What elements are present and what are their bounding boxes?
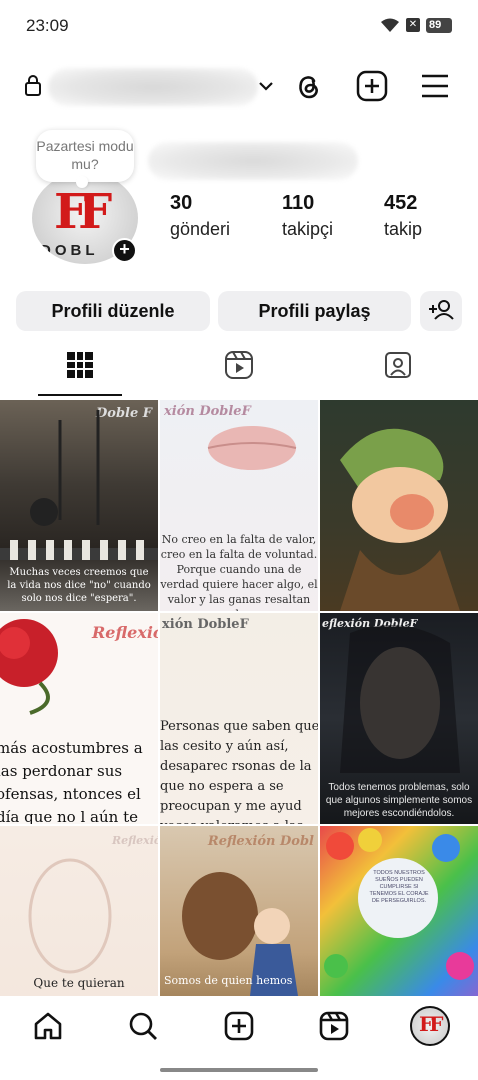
add-story-icon[interactable]: + xyxy=(112,238,137,263)
grid-icon xyxy=(67,352,93,378)
post-thumbnail[interactable]: xión DobleF Personas que saben que las c… xyxy=(160,613,318,824)
bottom-nav: FF xyxy=(0,996,478,1060)
note-bubble[interactable]: Pazartesi modu mu? xyxy=(36,130,134,188)
post-grid: Doble F Muchas veces creemos que la vida… xyxy=(0,400,478,1037)
create-post-icon[interactable] xyxy=(356,70,388,102)
clock: 23:09 xyxy=(26,16,69,35)
stat-value: 110 xyxy=(282,192,315,214)
active-tab-indicator xyxy=(38,394,122,396)
tagged-icon xyxy=(385,352,411,378)
stat-value: 452 xyxy=(384,192,418,214)
post-thumbnail[interactable]: Doble F Muchas veces creemos que la vida… xyxy=(0,400,158,611)
top-bar xyxy=(0,60,478,114)
status-bar: 23:09 ✕ 89 xyxy=(0,0,478,52)
gesture-bar xyxy=(160,1068,318,1072)
reels-nav-icon[interactable] xyxy=(318,1010,350,1042)
stat-posts[interactable]: 30 gönderi xyxy=(170,192,230,240)
battery-icon: 89 xyxy=(426,17,452,33)
post-caption: Somos de quien hemos xyxy=(164,974,293,987)
post-caption: Personas que saben que las cesito y aún … xyxy=(160,719,318,824)
post-caption: No creo en la falta de valor, creo en la… xyxy=(160,533,318,611)
post-caption: más acostumbres a las perdonar sus ofens… xyxy=(0,739,143,824)
share-profile-button[interactable]: Profili paylaş xyxy=(218,291,411,331)
search-icon[interactable] xyxy=(127,1010,159,1042)
discover-people-button[interactable] xyxy=(420,291,462,331)
notification-mute-icon: ✕ xyxy=(406,18,420,32)
menu-icon[interactable] xyxy=(420,73,450,99)
add-person-icon xyxy=(429,300,454,320)
avatar-logo: FF xyxy=(54,184,112,240)
reels-icon xyxy=(225,351,253,379)
post-thumbnail[interactable]: Reflexió más acostumbres a las perdonar … xyxy=(0,613,158,824)
wifi-icon xyxy=(381,18,399,32)
chevron-down-icon[interactable] xyxy=(258,80,274,92)
profile-nav-avatar[interactable]: FF xyxy=(410,1006,450,1046)
balloons-image xyxy=(324,828,474,980)
post-caption: TODOS NUESTROS SUEÑOS PUEDEN CUMPLIRSE S… xyxy=(369,870,429,904)
stat-following[interactable]: 452 takip xyxy=(384,192,422,240)
stat-label: takip xyxy=(384,219,423,239)
beauty-beast-image xyxy=(182,872,298,996)
tab-reels[interactable] xyxy=(159,340,318,398)
post-thumbnail[interactable]: xión DobleF No creo en la falta de valor… xyxy=(160,400,318,611)
dwarf-image xyxy=(340,428,460,611)
stat-value: 30 xyxy=(170,192,193,214)
stat-label: takipçi xyxy=(282,219,334,239)
stat-label: gönderi xyxy=(170,219,231,239)
home-icon[interactable] xyxy=(32,1010,64,1042)
post-watermark: Reflexió xyxy=(92,623,158,642)
post-watermark: xión DobleF xyxy=(162,617,249,632)
stat-followers[interactable]: 110 takipçi xyxy=(282,192,333,240)
avatar-logo: FF xyxy=(419,1012,443,1036)
username-blurred[interactable] xyxy=(48,68,258,106)
post-caption: Muchas veces creemos que la vida nos dic… xyxy=(7,567,151,604)
avatar-brand: DOBL xyxy=(40,242,99,259)
tab-tagged[interactable] xyxy=(318,340,477,398)
lock-icon xyxy=(25,75,41,96)
sketch-image xyxy=(28,858,112,974)
tab-grid[interactable] xyxy=(0,340,159,398)
profile-tabs xyxy=(0,340,478,398)
create-icon[interactable] xyxy=(223,1010,255,1042)
threads-icon[interactable] xyxy=(292,70,324,102)
post-caption: Todos tenemos problemas, solo que alguno… xyxy=(325,782,473,819)
display-name-blurred xyxy=(148,142,358,180)
edit-profile-button[interactable]: Profili düzenle xyxy=(16,291,210,331)
post-thumbnail[interactable] xyxy=(320,400,478,611)
post-thumbnail[interactable]: eflexión DobleF Todos tenemos problemas,… xyxy=(320,613,478,824)
post-caption: Que te quieran xyxy=(33,976,125,990)
